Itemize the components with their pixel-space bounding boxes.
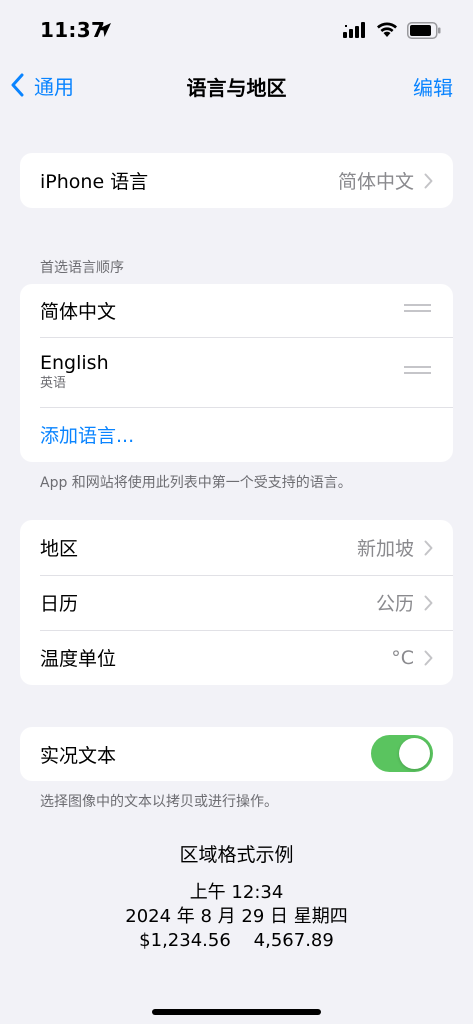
live-text-label: 实况文本 xyxy=(40,744,117,767)
chevron-right-icon xyxy=(424,173,433,188)
chevron-right-icon xyxy=(424,595,433,610)
live-text-footnote: 选择图像中的文本以拷贝或进行操作。 xyxy=(40,794,278,810)
iphone-language-group: iPhone 语言 简体中文 xyxy=(20,153,453,208)
preferred-languages-footnote: App 和网站将使用此列表中第一个受支持的语言。 xyxy=(40,475,352,491)
reorder-handle-icon[interactable] xyxy=(404,366,431,380)
live-text-toggle[interactable] xyxy=(371,735,433,772)
status-bar: 11:37 xyxy=(0,0,473,60)
calendar-label: 日历 xyxy=(40,593,79,615)
language-row-simplified-chinese[interactable]: 简体中文 xyxy=(20,284,453,337)
format-example-numbers: $1,234.56 4,567.89 xyxy=(139,930,334,951)
temperature-unit-label: 温度单位 xyxy=(40,648,117,670)
region-format-example: 区域格式示例 上午 12:34 2024 年 8 月 29 日 星期四 $1,2… xyxy=(0,840,473,953)
location-arrow-icon xyxy=(97,23,111,37)
add-language-button[interactable]: 添加语言... xyxy=(40,421,134,448)
add-language-row[interactable]: 添加语言... xyxy=(20,407,453,462)
format-example-time: 上午 12:34 xyxy=(189,882,284,903)
chevron-right-icon xyxy=(424,540,433,555)
edit-button[interactable]: 编辑 xyxy=(413,72,453,101)
page-title: 语言与地区 xyxy=(186,76,287,100)
language-name: 简体中文 xyxy=(40,301,117,323)
iphone-language-value: 简体中文 xyxy=(337,171,414,193)
iphone-language-label: iPhone 语言 xyxy=(40,171,149,193)
wifi-icon xyxy=(377,22,397,37)
format-example-date: 2024 年 8 月 29 日 星期四 xyxy=(125,906,348,927)
language-name: English xyxy=(40,352,109,374)
live-text-row: 实况文本 xyxy=(20,727,453,781)
navigation-bar: 通用 语言与地区 编辑 xyxy=(0,60,473,110)
region-settings-group: 地区 新加坡 日历 公历 温度单位 °C xyxy=(20,520,453,685)
preferred-languages-list: 简体中文 English 英语 添加语言... xyxy=(20,284,453,462)
region-label: 地区 xyxy=(40,538,79,560)
cellular-signal-icon xyxy=(343,22,365,38)
live-text-group: 实况文本 xyxy=(20,727,453,781)
region-row[interactable]: 地区 新加坡 xyxy=(20,520,453,575)
language-row-english[interactable]: English 英语 xyxy=(20,337,453,407)
region-value: 新加坡 xyxy=(356,538,414,560)
calendar-value: 公历 xyxy=(375,593,414,615)
calendar-row[interactable]: 日历 公历 xyxy=(20,575,453,630)
language-subtitle: 英语 xyxy=(40,376,67,391)
chevron-right-icon xyxy=(424,650,433,665)
temperature-unit-row[interactable]: 温度单位 °C xyxy=(20,630,453,685)
toggle-knob xyxy=(399,738,430,769)
format-example-title: 区域格式示例 xyxy=(179,844,294,866)
reorder-handle-icon[interactable] xyxy=(404,304,431,318)
iphone-language-row[interactable]: iPhone 语言 简体中文 xyxy=(20,153,453,208)
temperature-unit-value: °C xyxy=(391,646,414,669)
preferred-languages-header: 首选语言顺序 xyxy=(40,260,124,276)
home-indicator[interactable] xyxy=(152,1009,321,1015)
battery-icon xyxy=(407,22,441,39)
